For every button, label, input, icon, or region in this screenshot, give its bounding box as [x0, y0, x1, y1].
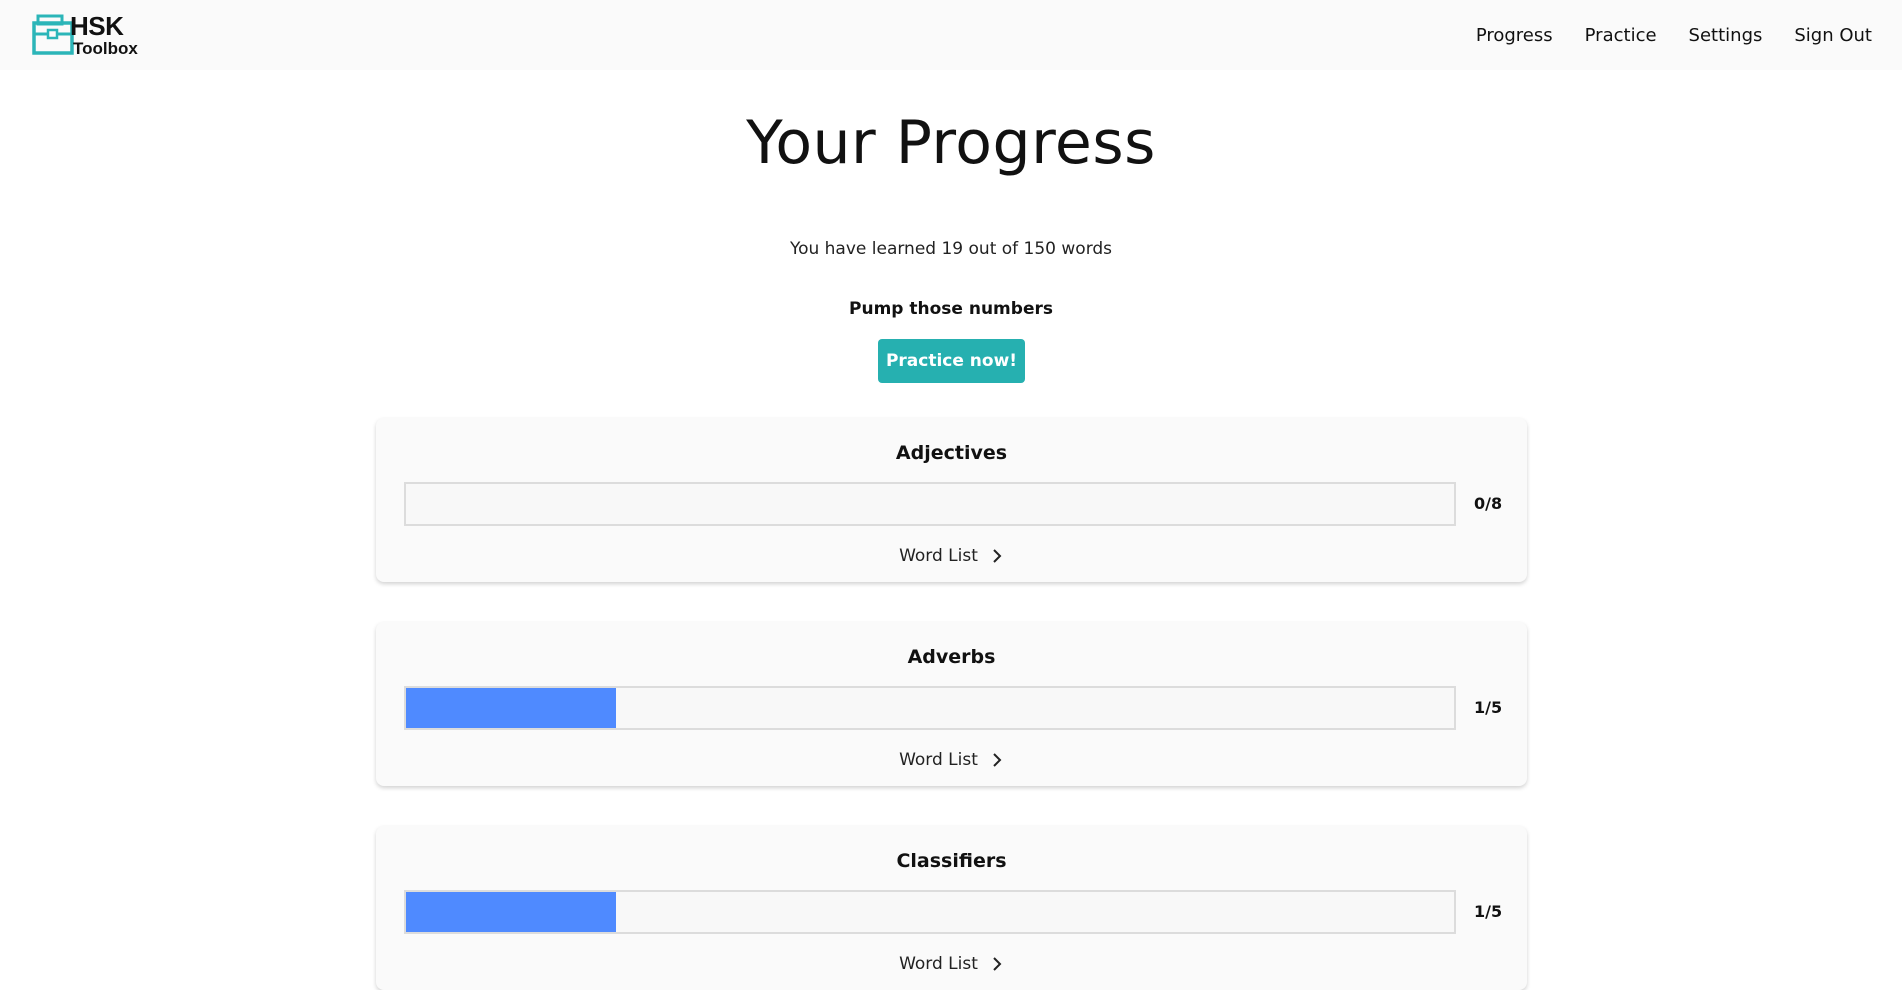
progress-count: 0/8	[1474, 494, 1503, 513]
chevron-right-icon	[993, 549, 1002, 563]
progress-bar	[404, 482, 1456, 526]
logo-text: HSK Toolbox	[70, 13, 138, 57]
progress-bar	[404, 686, 1456, 730]
main-nav: Progress Practice Settings Sign Out	[1444, 0, 1872, 70]
word-list-label: Word List	[899, 954, 978, 974]
category-card-adverbs: Adverbs 1/5 Word List	[376, 622, 1527, 786]
nav-progress[interactable]: Progress	[1476, 25, 1553, 46]
page-title: Your Progress	[746, 108, 1156, 178]
nav-sign-out[interactable]: Sign Out	[1794, 25, 1872, 46]
category-title: Adverbs	[907, 646, 996, 668]
category-title: Adjectives	[895, 442, 1008, 464]
nav-settings[interactable]: Settings	[1689, 25, 1763, 46]
category-card-classifiers: Classifiers 1/5 Word List	[376, 826, 1527, 990]
word-list-label: Word List	[899, 750, 978, 770]
practice-now-button[interactable]: Practice now!	[878, 339, 1025, 383]
progress-bar	[404, 890, 1456, 934]
progress-bar-fill	[406, 892, 616, 932]
word-list-label: Word List	[899, 546, 978, 566]
category-card-adjectives: Adjectives 0/8 Word List	[376, 418, 1527, 582]
top-navbar: HSK Toolbox Progress Practice Settings S…	[0, 0, 1902, 70]
logo-link[interactable]: HSK Toolbox	[32, 12, 148, 58]
category-title: Classifiers	[896, 850, 1007, 872]
progress-count: 1/5	[1474, 902, 1503, 921]
chevron-right-icon	[993, 753, 1002, 767]
logo-text-line2: Toolbox	[73, 39, 138, 58]
motivation-text: Pump those numbers	[849, 299, 1053, 319]
learned-summary: You have learned 19 out of 150 words	[789, 239, 1113, 259]
nav-practice[interactable]: Practice	[1585, 25, 1657, 46]
progress-bar-fill	[406, 688, 616, 728]
word-list-link[interactable]: Word List	[376, 750, 1527, 770]
logo-text-line1: HSK	[70, 11, 124, 41]
progress-count: 1/5	[1474, 698, 1503, 717]
word-list-link[interactable]: Word List	[376, 954, 1527, 974]
chevron-right-icon	[993, 957, 1002, 971]
word-list-link[interactable]: Word List	[376, 546, 1527, 566]
